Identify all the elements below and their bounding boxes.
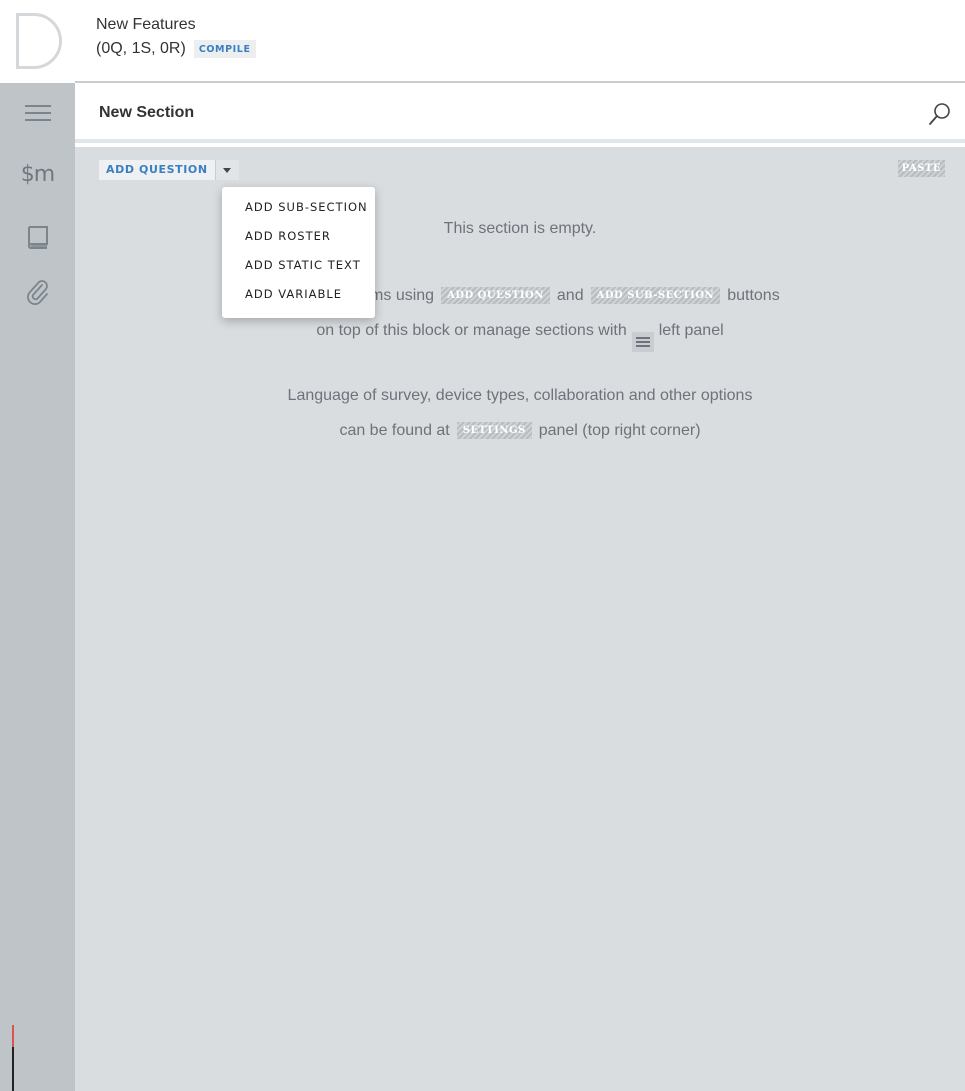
- chevron-down-icon: [223, 167, 232, 173]
- book-icon: [27, 226, 48, 249]
- add-question-group: ADD QUESTION: [99, 160, 239, 180]
- section-title[interactable]: New Section: [99, 104, 194, 122]
- lookup-tables-button[interactable]: [0, 218, 75, 258]
- menu-item-add-roster[interactable]: ADD ROSTER: [222, 226, 375, 255]
- hint-add-subsection-chip: ADD SUB-SECTION: [590, 287, 721, 304]
- section-header: New Section: [75, 85, 965, 143]
- app-logo[interactable]: [16, 13, 62, 69]
- left-sidebar: $m: [0, 0, 75, 1091]
- attachments-button[interactable]: [0, 272, 75, 312]
- search-button[interactable]: [927, 101, 953, 127]
- sections-menu-button[interactable]: [0, 93, 75, 133]
- questionnaire-stats: (0Q, 1S, 0R): [96, 40, 186, 57]
- empty-hint-line-2: on top of this block or manage sections …: [75, 322, 965, 352]
- search-icon: [929, 103, 950, 125]
- hint-add-question-chip: ADD QUESTION: [441, 287, 550, 304]
- hint-settings-chip: SETTINGS: [456, 422, 532, 439]
- questionnaire-title[interactable]: New Features: [96, 16, 196, 34]
- paperclip-icon: [26, 280, 48, 305]
- hint-text: buttons: [727, 287, 780, 304]
- paste-button[interactable]: PASTE: [897, 160, 945, 177]
- empty-hint-line-4: can be found at SETTINGS panel (top right …: [75, 422, 965, 440]
- add-question-button[interactable]: ADD QUESTION: [99, 160, 215, 180]
- empty-section-title: This section is empty.: [443, 220, 597, 237]
- compile-button[interactable]: COMPILE: [193, 40, 256, 58]
- logo-cell: [0, 0, 75, 83]
- hamburger-menu-icon: [631, 332, 654, 352]
- hint-text: and: [556, 287, 584, 304]
- section-content: ADD QUESTION PASTE This section is empty…: [75, 147, 965, 1091]
- menu-item-add-static-text[interactable]: ADD STATIC TEXT: [222, 255, 375, 284]
- add-item-dropdown: ADD SUB-SECTION ADD ROSTER ADD STATIC TE…: [222, 187, 375, 318]
- edge-marker: [12, 1025, 14, 1047]
- edge-marker: [12, 1047, 14, 1091]
- questionnaire-header: New Features (0Q, 1S, 0R) COMPILE: [75, 0, 965, 83]
- add-menu-toggle[interactable]: [214, 160, 239, 180]
- hint-text: on top of this block or manage sections …: [316, 322, 627, 339]
- macros-icon: $m: [20, 161, 55, 187]
- macros-button[interactable]: $m: [0, 154, 75, 194]
- empty-hint-line-3: Language of survey, device types, collab…: [287, 387, 753, 404]
- menu-item-add-sub-section[interactable]: ADD SUB-SECTION: [222, 197, 375, 226]
- hamburger-menu-icon: [24, 105, 51, 121]
- hint-text: can be found at: [339, 422, 450, 439]
- hint-text: left panel: [658, 322, 724, 339]
- menu-item-add-variable[interactable]: ADD VARIABLE: [222, 284, 375, 313]
- questionnaire-stats-row: (0Q, 1S, 0R) COMPILE: [96, 40, 256, 58]
- hint-text: panel (top right corner): [538, 422, 701, 439]
- empty-hint-line-1: You can add items usingADD QUESTIONandAD…: [75, 287, 965, 305]
